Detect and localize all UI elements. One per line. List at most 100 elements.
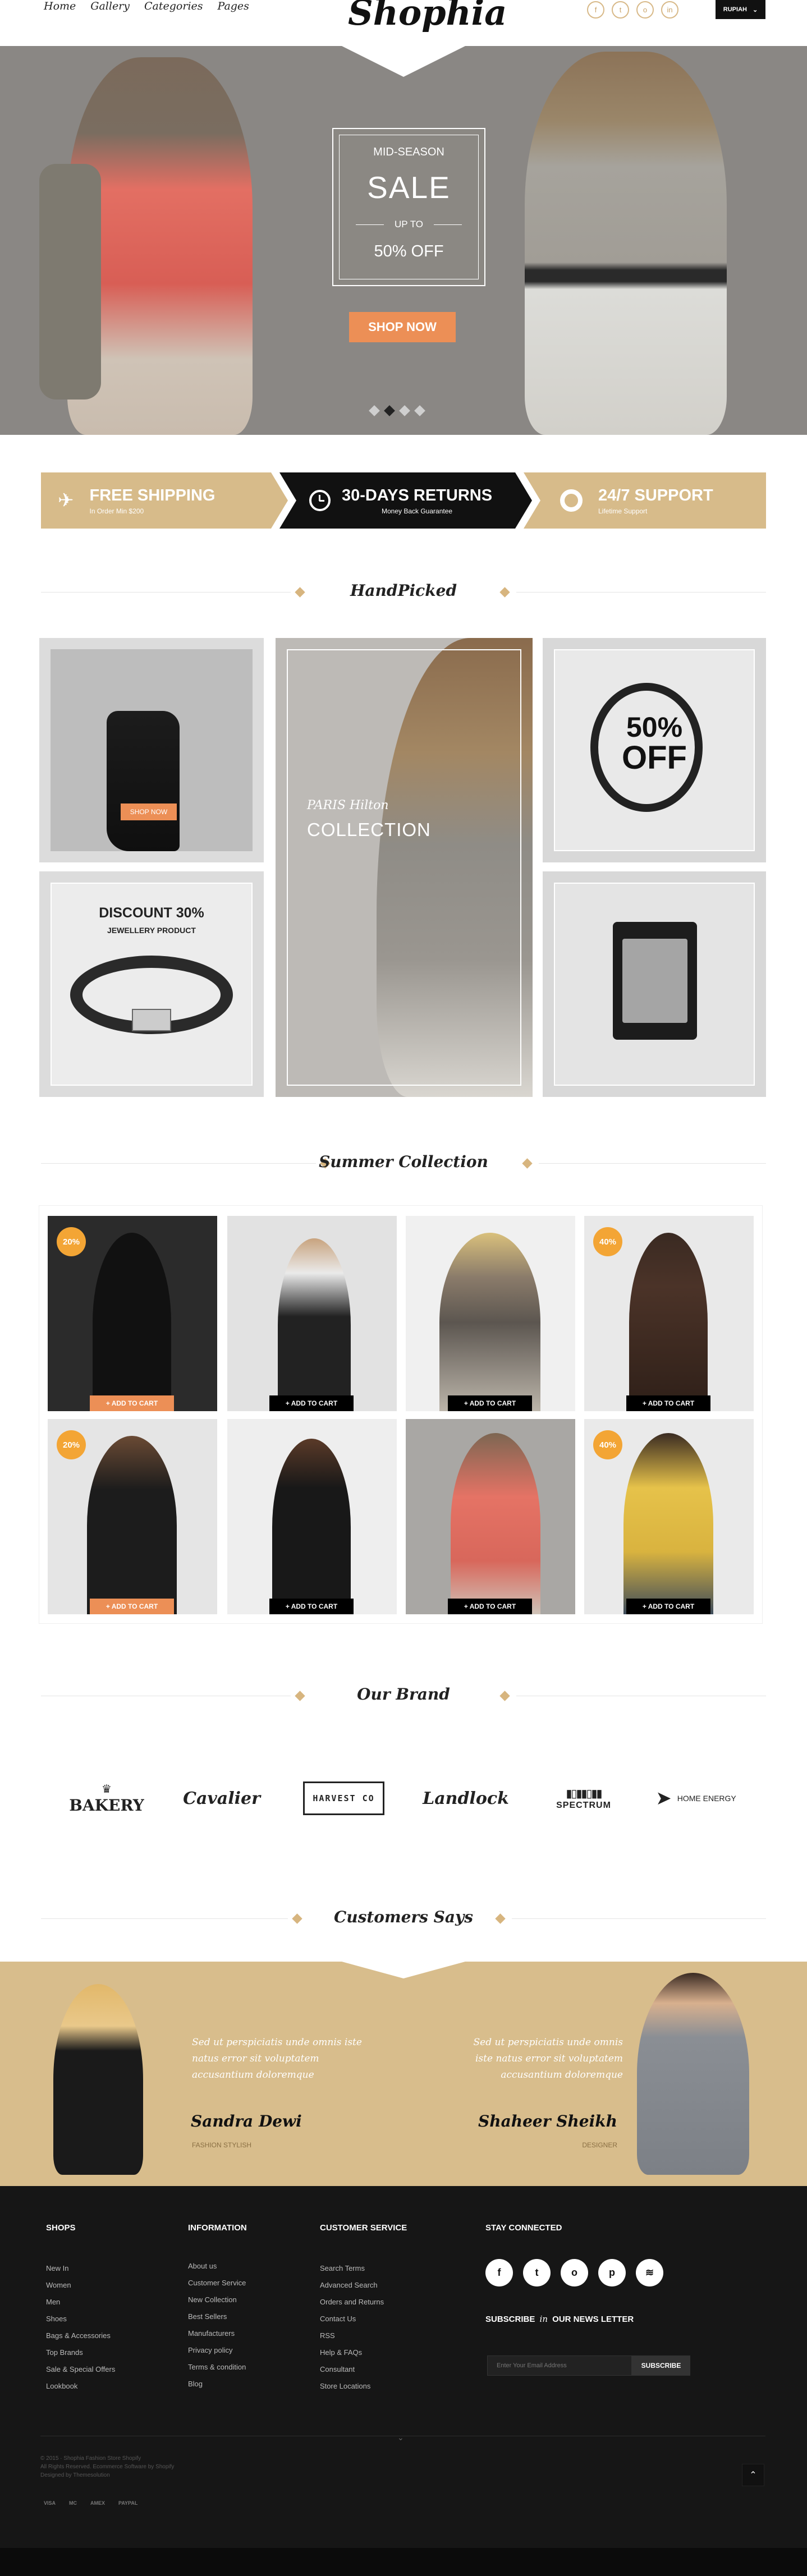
footer-link[interactable]: New Collection xyxy=(188,2292,246,2308)
site-logo[interactable]: Shophia xyxy=(348,0,507,33)
facebook-icon[interactable]: f xyxy=(485,2259,513,2286)
footer-link[interactable]: Top Brands xyxy=(46,2344,115,2361)
testimonials-title: Customers Says xyxy=(333,1908,474,1926)
footer-link[interactable]: Consultant xyxy=(320,2361,384,2378)
footer-link[interactable]: About us xyxy=(188,2258,246,2275)
footer-link[interactable]: Privacy policy xyxy=(188,2342,246,2359)
feature-title: FREE SHIPPING xyxy=(89,486,215,504)
brand-logo-cavalier[interactable]: Cavalier xyxy=(180,1770,264,1826)
brand-logo-harvest[interactable]: HARVEST CO xyxy=(300,1770,387,1826)
footer-link[interactable]: Bags & Accessories xyxy=(46,2327,115,2344)
footer-link[interactable]: Orders and Returns xyxy=(320,2294,384,2311)
add-to-cart-button[interactable]: + ADD TO CART xyxy=(626,1599,710,1614)
testimonial-role-right: DESIGNER xyxy=(582,2141,617,2149)
testimonial-name-left: Sandra Dewi xyxy=(191,2112,302,2130)
footer-link[interactable]: Blog xyxy=(188,2376,246,2393)
add-to-cart-button[interactable]: + ADD TO CART xyxy=(448,1599,532,1614)
newsletter-heading: SUBSCRIBE in OUR NEWS LETTER xyxy=(485,2314,634,2324)
site-header: Home Gallery Categories Pages Shophia f … xyxy=(0,0,807,46)
twitter-icon[interactable]: t xyxy=(612,1,629,19)
amex-icon: AMEX xyxy=(90,2500,106,2506)
tile-card-holder[interactable] xyxy=(543,871,766,1097)
footer-link[interactable]: Lookbook xyxy=(46,2378,115,2395)
facebook-icon[interactable]: f xyxy=(587,1,604,19)
footer-link[interactable]: Women xyxy=(46,2277,115,2294)
discount-label: DISCOUNT 30% xyxy=(99,905,204,921)
tile-collection[interactable]: PARIS Hilton COLLECTION xyxy=(276,638,533,1097)
payment-icons: VISA MC AMEX PAYPAL xyxy=(44,2500,137,2506)
tile-boots[interactable]: SHOP NOW xyxy=(39,638,264,862)
product-card[interactable]: 40% + ADD TO CART xyxy=(584,1216,754,1411)
rss-icon[interactable]: ≋ xyxy=(636,2259,663,2286)
add-to-cart-button[interactable]: + ADD TO CART xyxy=(90,1395,174,1411)
newsletter-subscribe-button[interactable]: SUBSCRIBE xyxy=(632,2355,690,2376)
footer-link[interactable]: Contact Us xyxy=(320,2311,384,2327)
nav-home[interactable]: Home xyxy=(44,0,76,12)
footer-link[interactable]: Help & FAQs xyxy=(320,2344,384,2361)
product-card[interactable]: + ADD TO CART xyxy=(227,1216,397,1411)
discount-badge: 40% xyxy=(593,1227,622,1256)
scroll-top-button[interactable]: ⌃ xyxy=(742,2464,764,2486)
product-card[interactable]: 40% + ADD TO CART xyxy=(584,1419,754,1614)
footer-link[interactable]: Customer Service xyxy=(188,2275,246,2292)
footer-link[interactable]: Advanced Search xyxy=(320,2277,384,2294)
pinterest-icon[interactable]: p xyxy=(598,2259,626,2286)
newsletter-email-input[interactable] xyxy=(487,2355,632,2376)
add-to-cart-button[interactable]: + ADD TO CART xyxy=(90,1599,174,1614)
collection-label: COLLECTION xyxy=(307,819,431,840)
header-socials: f t o in xyxy=(587,1,678,19)
footer-link[interactable]: Store Locations xyxy=(320,2378,384,2395)
add-to-cart-button[interactable]: + ADD TO CART xyxy=(269,1599,354,1614)
footer-link[interactable]: Best Sellers xyxy=(188,2308,246,2325)
slider-dot[interactable] xyxy=(369,405,380,416)
product-card[interactable]: 20% + ADD TO CART xyxy=(48,1216,217,1411)
tile-shop-now-button[interactable]: SHOP NOW xyxy=(121,803,177,820)
footer-link[interactable]: Men xyxy=(46,2294,115,2311)
instagram-icon[interactable]: o xyxy=(561,2259,588,2286)
feature-returns: 30-DAYS RETURNS Money Back Guarantee xyxy=(309,472,522,529)
hero-shop-now-button[interactable]: SHOP NOW xyxy=(349,312,456,342)
footer-link[interactable]: Terms & condition xyxy=(188,2359,246,2376)
testimonial-quote-right: Sed ut perspiciatis unde omnis iste natu… xyxy=(473,2037,623,2081)
footer-link[interactable]: Shoes xyxy=(46,2311,115,2327)
add-to-cart-button[interactable]: + ADD TO CART xyxy=(626,1395,710,1411)
summer-title: Summer Collection xyxy=(319,1152,488,1171)
slider-dot[interactable] xyxy=(414,405,425,416)
currency-label: RUPIAH xyxy=(723,6,747,13)
testimonial-quote-left: Sed ut perspiciatis unde omnis iste natu… xyxy=(192,2037,362,2081)
twitter-icon[interactable]: t xyxy=(523,2259,551,2286)
hero-notch xyxy=(342,46,465,77)
discount-badge: 20% xyxy=(57,1430,86,1459)
brand-logo-home-energy[interactable]: ➤ HOME ENERGY xyxy=(648,1770,744,1826)
add-to-cart-button[interactable]: + ADD TO CART xyxy=(448,1395,532,1411)
instagram-icon[interactable]: o xyxy=(636,1,654,19)
paris-hilton-label: PARIS Hilton xyxy=(307,798,389,812)
nav-pages[interactable]: Pages xyxy=(218,0,249,12)
footer-information-title: INFORMATION xyxy=(188,2223,247,2233)
slider-dot-active[interactable] xyxy=(384,405,395,416)
add-to-cart-button[interactable]: + ADD TO CART xyxy=(269,1395,354,1411)
footer-link[interactable]: New In xyxy=(46,2260,115,2277)
tile-jewellery-discount[interactable]: DISCOUNT 30% JEWELLERY PRODUCT xyxy=(39,871,264,1097)
brand-logo-spectrum[interactable]: ▮▯▮▮▯▮▮ SPECTRUM xyxy=(547,1770,620,1826)
product-card[interactable]: + ADD TO CART xyxy=(227,1419,397,1614)
footer-link[interactable]: RSS xyxy=(320,2327,384,2344)
tile-bracelet-offer[interactable]: 50% OFF xyxy=(543,638,766,862)
copyright-block: © 2015 · Shophia Fashion Store Shopify A… xyxy=(40,2455,175,2478)
linkedin-icon[interactable]: in xyxy=(661,1,678,19)
footer-shops-list: New In Women Men Shoes Bags & Accessorie… xyxy=(46,2260,115,2395)
testimonial-avatar-left xyxy=(53,1984,143,2175)
product-card[interactable]: + ADD TO CART xyxy=(406,1216,575,1411)
slider-dot[interactable] xyxy=(399,405,410,416)
product-card[interactable]: + ADD TO CART xyxy=(406,1419,575,1614)
footer-link[interactable]: Search Terms xyxy=(320,2260,384,2277)
brand-logo-bakery[interactable]: ♛ BAKERY xyxy=(65,1770,149,1826)
nav-categories[interactable]: Categories xyxy=(144,0,203,12)
footer-link[interactable]: Manufacturers xyxy=(188,2325,246,2342)
product-card[interactable]: 20% + ADD TO CART xyxy=(48,1419,217,1614)
currency-select[interactable]: RUPIAH ⌄ xyxy=(716,0,765,19)
brand-logo-landlock[interactable]: Landlock xyxy=(421,1770,511,1826)
nav-gallery[interactable]: Gallery xyxy=(90,0,130,12)
sale-mid-season: MID-SEASON xyxy=(373,146,444,158)
footer-link[interactable]: Sale & Special Offers xyxy=(46,2361,115,2378)
